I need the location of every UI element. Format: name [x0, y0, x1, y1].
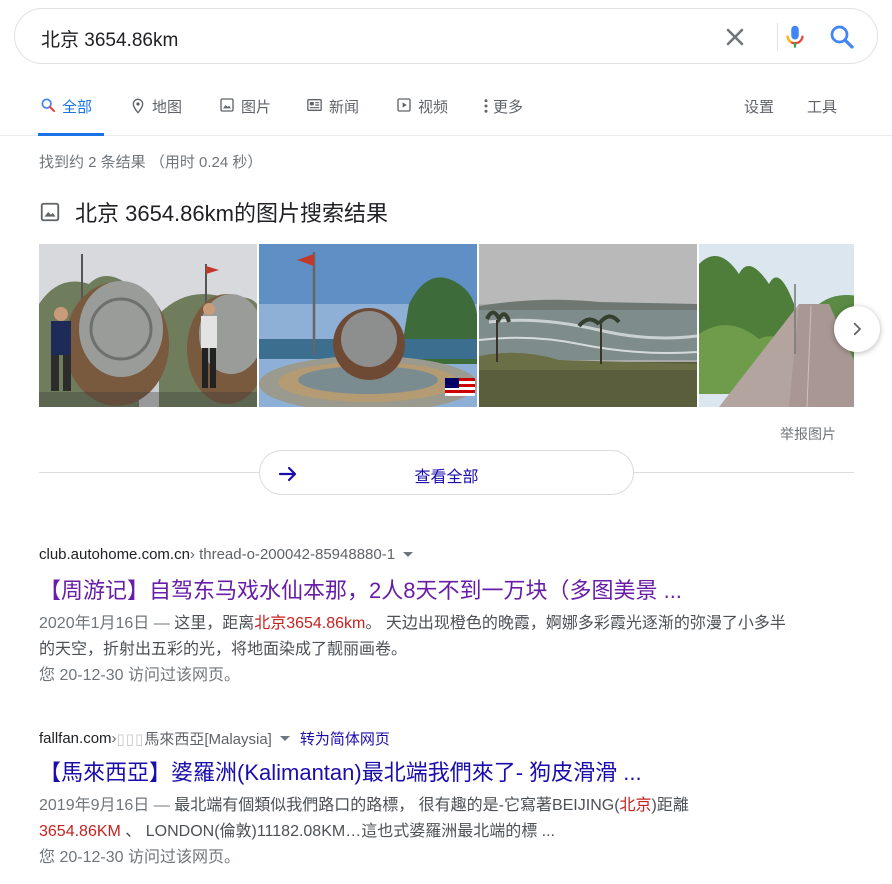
tab-maps[interactable]: 地图	[130, 96, 182, 136]
image-thumbnail[interactable]	[39, 244, 257, 407]
report-images-link[interactable]: 举报图片	[780, 424, 836, 444]
visited-note: 您 20-12-30 访问过该网页。	[39, 849, 240, 866]
snippet-text: 、 LONDON(倫敦)11182.08KM…這也式婆羅洲最北端的標 ...	[120, 823, 555, 840]
tab-news[interactable]: 新闻	[306, 96, 359, 136]
tab-label: 图片	[241, 99, 272, 116]
image-thumbnail[interactable]	[259, 244, 477, 407]
snippet-highlight: 北京3654.86km	[254, 615, 366, 632]
result-domain: fallfan.com	[39, 730, 112, 747]
result-path: › thread-o-200042-85948880-1	[189, 546, 396, 563]
image-strip	[39, 244, 854, 407]
tab-images[interactable]: 图片	[219, 96, 271, 136]
tab-more[interactable]: 更多	[482, 96, 523, 136]
more-vert-icon	[484, 99, 488, 113]
result-title-link[interactable]: 【周游记】自驾东马戏水仙本那，2人8天不到一万块（多图美景 ...	[39, 577, 839, 605]
visited-note: 您 20-12-30 访问过该网页。	[39, 667, 240, 684]
result-stats: 找到约 2 条结果 （用时 0.24 秒）	[39, 154, 263, 171]
tools-button[interactable]: 工具	[807, 96, 837, 136]
news-icon	[307, 99, 322, 111]
mic-icon[interactable]	[780, 22, 810, 52]
close-icon[interactable]	[721, 23, 749, 51]
result-domain: club.autohome.com.cn	[39, 546, 190, 563]
snippet-text: 这里，距离	[174, 615, 255, 632]
result-path: 馬來西亞[Malaysia]	[144, 731, 272, 748]
search-tabs: 全部 地图 图片 新闻 视频 更多 设置 工具	[0, 82, 892, 136]
settings-label: 设置	[744, 99, 775, 116]
search-icon[interactable]	[827, 22, 857, 52]
tab-label: 更多	[493, 99, 524, 116]
result-snippet: 2019年9月16日 — 最北端有個類似我們路口的路標， 很有趣的是-它寫著BE…	[39, 793, 799, 845]
map-pin-icon	[132, 98, 144, 114]
search-result: club.autohome.com.cn › thread-o-200042-8…	[39, 546, 839, 689]
result-date: 2019年9月16日 —	[39, 797, 175, 814]
result-title-link[interactable]: 【馬來西亞】婆羅洲(Kalimantan)最北端我們來了- 狗皮滑滑 ...	[39, 759, 839, 787]
chevron-right-icon	[853, 322, 861, 336]
image-thumbnail[interactable]	[699, 244, 854, 407]
search-icon	[41, 98, 55, 112]
search-input[interactable]: 北京 3654.86km	[41, 25, 178, 52]
image-icon	[220, 98, 234, 112]
translate-link[interactable]: 转为简体网页	[300, 728, 390, 749]
settings-button[interactable]: 设置	[744, 96, 774, 136]
snippet-text: 最北端有個類似我們路口的路標， 很有趣的是-它寫著BEIJING(	[174, 797, 620, 814]
image-results-title[interactable]: 北京 3654.86km的图片搜索结果	[75, 196, 388, 228]
snippet-highlight: 北京	[619, 797, 652, 814]
image-thumbnail[interactable]	[479, 244, 697, 407]
image-results-header: 北京 3654.86km的图片搜索结果	[39, 196, 388, 228]
next-images-button[interactable]	[834, 306, 880, 352]
snippet-highlight: 3654.86KM	[39, 823, 121, 840]
result-path-blurred: ▯▯▯	[116, 730, 145, 748]
tab-label: 地图	[152, 99, 183, 116]
tools-label: 工具	[807, 99, 838, 116]
tab-videos[interactable]: 视频	[396, 96, 448, 136]
tab-label: 视频	[418, 99, 449, 116]
search-box[interactable]: 北京 3654.86km	[14, 8, 878, 64]
chevron-down-icon[interactable]	[403, 552, 414, 557]
search-result: fallfan.com › ▯▯▯ 馬來西亞[Malaysia] 转为简体网页 …	[39, 728, 839, 871]
tab-label: 新闻	[329, 99, 360, 116]
result-date: 2020年1月16日 —	[39, 615, 175, 632]
play-icon	[397, 98, 411, 112]
tab-label: 全部	[62, 99, 93, 116]
snippet-text: )距離	[651, 797, 689, 814]
view-all-button[interactable]: 查看全部	[259, 450, 634, 495]
chevron-down-icon[interactable]	[279, 736, 290, 741]
result-url[interactable]: club.autohome.com.cn › thread-o-200042-8…	[39, 546, 839, 563]
result-snippet: 2020年1月16日 — 这里，距离北京3654.86km。 天边出现橙色的晚霞…	[39, 611, 799, 663]
result-url[interactable]: fallfan.com › ▯▯▯ 馬來西亞[Malaysia] 转为简体网页	[39, 728, 839, 749]
divider	[777, 23, 778, 51]
view-all-label: 查看全部	[414, 469, 479, 486]
tab-all[interactable]: 全部	[37, 96, 105, 136]
image-icon	[40, 202, 60, 222]
